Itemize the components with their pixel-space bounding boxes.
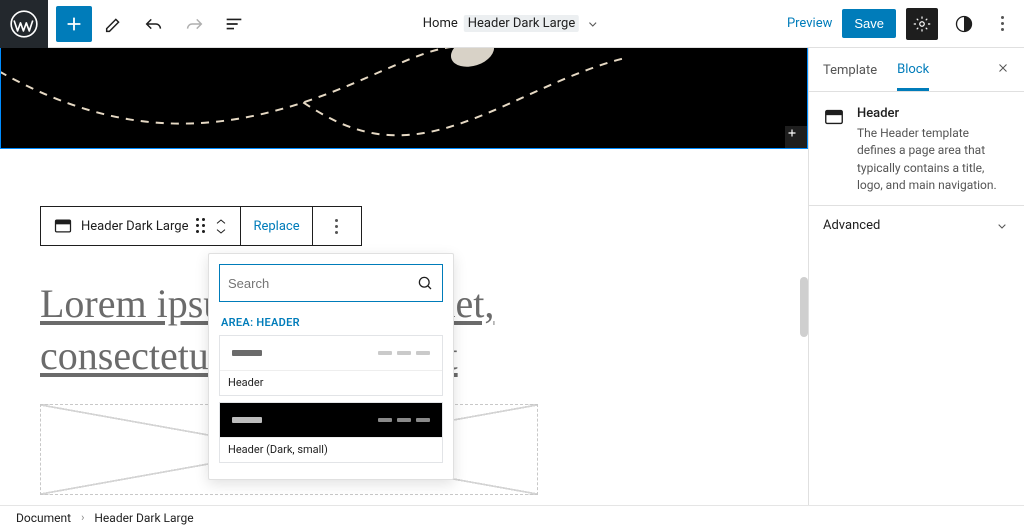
advanced-label: Advanced bbox=[823, 218, 880, 233]
editor-top-bar: Home Header Dark Large Preview Save bbox=[0, 0, 1024, 48]
tab-block[interactable]: Block bbox=[897, 49, 929, 91]
editor-canvas-area: Header Dark Large Replace Lorem ipsum do… bbox=[0, 48, 808, 505]
wp-logo-button[interactable] bbox=[0, 0, 48, 48]
block-card: Header The Header template defines a pag… bbox=[809, 92, 1024, 206]
breadcrumb-leaf[interactable]: Header Dark Large bbox=[94, 511, 193, 525]
wordpress-icon bbox=[10, 10, 38, 38]
editor-main: Header Dark Large Replace Lorem ipsum do… bbox=[0, 48, 1024, 505]
styles-button[interactable] bbox=[948, 8, 980, 40]
toolbar-right-group: Preview Save bbox=[787, 8, 1024, 40]
page-name: Home bbox=[423, 16, 458, 31]
popover-section-label: AREA: HEADER bbox=[221, 316, 441, 329]
replace-popover: AREA: HEADER Header Header (Dark, small) bbox=[208, 253, 454, 480]
save-button[interactable]: Save bbox=[842, 9, 896, 38]
close-icon bbox=[996, 61, 1010, 75]
block-card-description: The Header template defines a page area … bbox=[857, 125, 1010, 195]
block-toolbar-label: Header Dark Large bbox=[81, 219, 188, 234]
block-toolbar-identity[interactable]: Header Dark Large bbox=[41, 207, 241, 245]
chevron-down-icon bbox=[994, 218, 1010, 234]
option-preview-light bbox=[220, 336, 442, 370]
template-part-option[interactable]: Header bbox=[219, 335, 443, 396]
redo-icon bbox=[183, 13, 205, 35]
settings-sidebar: Template Block Header The Header templat… bbox=[808, 48, 1024, 505]
template-part-option[interactable]: Header (Dark, small) bbox=[219, 402, 443, 463]
plus-icon bbox=[785, 126, 799, 140]
plus-icon bbox=[63, 13, 85, 35]
settings-button[interactable] bbox=[906, 8, 938, 40]
tab-template[interactable]: Template bbox=[823, 50, 877, 89]
block-movers[interactable] bbox=[214, 218, 228, 235]
block-card-title: Header bbox=[857, 106, 1010, 121]
header-cover-block[interactable] bbox=[0, 48, 808, 149]
header-block-icon bbox=[53, 216, 73, 236]
chevron-right-icon: › bbox=[81, 511, 84, 524]
template-part-name: Header Dark Large bbox=[464, 15, 579, 32]
block-appender-button[interactable] bbox=[785, 126, 807, 148]
search-input[interactable] bbox=[228, 276, 416, 291]
block-inserter-button[interactable] bbox=[56, 6, 92, 42]
option-label: Header bbox=[220, 370, 442, 395]
undo-icon bbox=[143, 13, 165, 35]
pencil-icon bbox=[103, 13, 125, 35]
list-view-button[interactable] bbox=[216, 6, 252, 42]
redo-button[interactable] bbox=[176, 6, 212, 42]
cover-decoration bbox=[1, 48, 807, 148]
list-view-icon bbox=[223, 13, 245, 35]
advanced-accordion[interactable]: Advanced bbox=[809, 206, 1024, 246]
contrast-icon bbox=[954, 14, 974, 34]
sidebar-tabs: Template Block bbox=[809, 48, 1024, 92]
popover-search-field[interactable] bbox=[219, 264, 443, 302]
more-options-button[interactable] bbox=[990, 8, 1014, 40]
close-sidebar-button[interactable] bbox=[996, 61, 1010, 79]
block-toolbar: Header Dark Large Replace bbox=[40, 206, 362, 246]
toolbar-left-group bbox=[48, 6, 260, 42]
drag-handle-icon[interactable] bbox=[196, 218, 206, 234]
replace-button[interactable]: Replace bbox=[241, 207, 312, 245]
editor-canvas[interactable]: Header Dark Large Replace Lorem ipsum do… bbox=[0, 48, 808, 505]
undo-button[interactable] bbox=[136, 6, 172, 42]
edit-mode-button[interactable] bbox=[96, 6, 132, 42]
header-block-icon bbox=[823, 106, 845, 128]
preview-button[interactable]: Preview bbox=[787, 16, 832, 31]
option-preview-dark bbox=[220, 403, 442, 437]
block-more-options[interactable] bbox=[313, 207, 361, 245]
document-title[interactable]: Home Header Dark Large bbox=[423, 15, 601, 32]
chevron-down-icon bbox=[214, 227, 228, 235]
gear-icon bbox=[913, 15, 931, 33]
chevron-down-icon bbox=[585, 16, 601, 32]
option-label: Header (Dark, small) bbox=[220, 437, 442, 462]
block-breadcrumb: Document › Header Dark Large bbox=[0, 505, 1024, 529]
canvas-scrollbar-thumb[interactable] bbox=[800, 277, 808, 337]
search-icon bbox=[416, 274, 434, 292]
chevron-up-icon bbox=[214, 218, 228, 226]
breadcrumb-root[interactable]: Document bbox=[16, 511, 71, 525]
